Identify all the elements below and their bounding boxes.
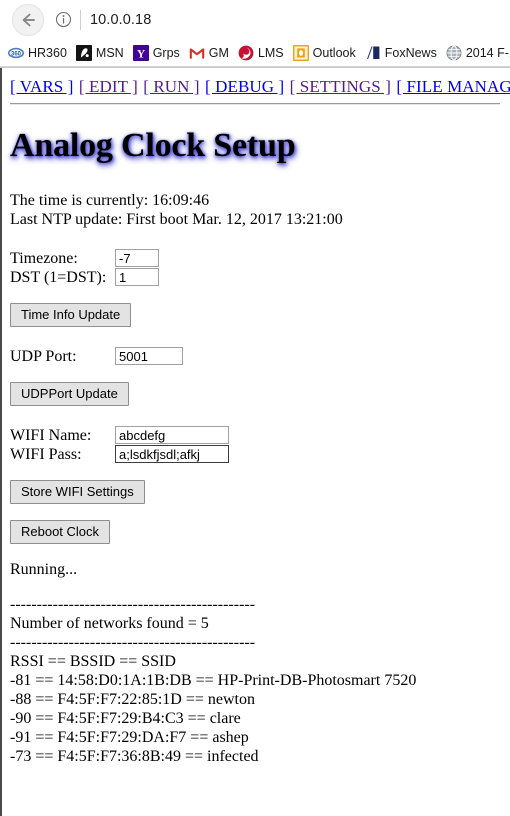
- last-ntp-update-line: Last NTP update: First boot Mar. 12, 201…: [10, 210, 343, 228]
- yahoo-groups-favicon: Y: [132, 44, 149, 61]
- nav-link-run[interactable]: [ RUN ]: [143, 77, 199, 96]
- bookmark-msn[interactable]: MSN: [75, 44, 124, 61]
- wifi-pass-label: WIFI Pass:: [10, 445, 82, 463]
- status-text: Running...: [10, 560, 78, 578]
- bookmark-label: Outlook: [312, 45, 356, 60]
- address-bar[interactable]: 10.0.0.18: [54, 9, 504, 30]
- nav-link-file-manager[interactable]: [ FILE MANAGER ]: [396, 77, 510, 96]
- browser-chrome: 10.0.0.18 360 HR360 MSN Y Grps GM LMS Ou…: [0, 0, 510, 68]
- bookmark-label: LMS: [257, 45, 284, 60]
- timezone-input[interactable]: [115, 249, 159, 268]
- networks-found-text: Number of networks found = 5: [10, 614, 209, 632]
- bookmark-label: Grps: [152, 45, 180, 60]
- address-bar-divider: [80, 9, 81, 30]
- info-icon[interactable]: [54, 11, 72, 29]
- nav-link-settings[interactable]: [ SETTINGS ]: [290, 77, 391, 96]
- network-row: -88 == F4:5F:F7:22:85:1D == newton: [10, 690, 255, 708]
- site-nav: [ VARS ] [ EDIT ] [ RUN ] [ DEBUG ] [ SE…: [10, 76, 510, 97]
- wifi-pass-row: WIFI Pass:: [10, 445, 502, 464]
- bookmark-foxnews[interactable]: FoxNews: [364, 44, 437, 61]
- timezone-label: Timezone:: [10, 249, 78, 267]
- gmail-favicon: [189, 47, 205, 59]
- dst-input[interactable]: [115, 268, 159, 287]
- divider-bottom: ----------------------------------------…: [10, 633, 256, 651]
- bookmark-lms[interactable]: LMS: [238, 45, 284, 61]
- foxnews-favicon: [364, 44, 381, 61]
- reboot-clock-button[interactable]: Reboot Clock: [10, 519, 111, 544]
- bookmark-grps[interactable]: Y Grps: [132, 44, 180, 61]
- page-title: Analog Clock Setup: [10, 127, 296, 165]
- udp-port-update-button[interactable]: UDPPort Update: [10, 381, 129, 406]
- wifi-name-input[interactable]: [115, 426, 229, 445]
- svg-text:Y: Y: [137, 48, 146, 60]
- bookmarks-bar: 360 HR360 MSN Y Grps GM LMS Outlook FoxN…: [0, 39, 510, 67]
- bookmark-gm[interactable]: GM: [189, 45, 229, 61]
- bookmark-label: FoxNews: [384, 45, 437, 60]
- dst-row: DST (1=DST):: [10, 268, 502, 287]
- udp-port-row: UDP Port:: [10, 347, 502, 366]
- globe-favicon: [446, 45, 462, 60]
- url-text: 10.0.0.18: [90, 11, 152, 28]
- wifi-name-label: WIFI Name:: [10, 426, 92, 444]
- wifi-name-row: WIFI Name:: [10, 426, 502, 445]
- svg-text:360: 360: [11, 51, 22, 57]
- bookmark-label: GM: [208, 45, 229, 60]
- page-viewport: [ VARS ] [ EDIT ] [ RUN ] [ DEBUG ] [ SE…: [0, 68, 510, 816]
- wifi-pass-input[interactable]: [115, 445, 229, 464]
- page-content: [ VARS ] [ EDIT ] [ RUN ] [ DEBUG ] [ SE…: [2, 68, 510, 766]
- network-row: -91 == F4:5F:F7:29:DA:F7 == ashep: [10, 728, 249, 746]
- lms-favicon: [238, 45, 254, 60]
- hr360-favicon: 360: [8, 47, 24, 58]
- network-row: -73 == F4:5F:F7:36:8B:49 == infected: [10, 747, 259, 765]
- bookmark-label: 2014 F-150: [465, 45, 510, 60]
- msn-favicon: [75, 44, 92, 61]
- bookmark-label: MSN: [95, 45, 124, 60]
- time-info-update-button[interactable]: Time Info Update: [10, 302, 132, 327]
- back-arrow-icon[interactable]: [12, 3, 44, 36]
- bookmark-outlook[interactable]: Outlook: [292, 44, 356, 61]
- bookmark-hr360[interactable]: 360 HR360: [8, 45, 67, 61]
- timezone-row: Timezone:: [10, 249, 502, 268]
- nav-link-vars[interactable]: [ VARS ]: [10, 77, 73, 96]
- network-row: -81 == 14:58:D0:1A:1B:DB == HP-Print-DB-…: [10, 671, 417, 689]
- bookmark-label: HR360: [28, 45, 67, 60]
- bookmark-2014-f-150[interactable]: 2014 F-150: [446, 45, 510, 61]
- outlook-favicon: [292, 44, 309, 61]
- udp-port-label: UDP Port:: [10, 347, 77, 365]
- network-row: -90 == F4:5F:F7:29:B4:C3 == clare: [10, 709, 241, 727]
- nav-link-edit[interactable]: [ EDIT ]: [79, 77, 138, 96]
- scan-table-header: RSSI == BSSID == SSID: [10, 652, 176, 670]
- current-time-line: The time is currently: 16:09:46: [10, 191, 210, 209]
- browser-toolbar: 10.0.0.18: [0, 0, 510, 39]
- udp-port-input[interactable]: [115, 347, 183, 366]
- store-wifi-settings-button[interactable]: Store WIFI Settings: [10, 479, 145, 504]
- nav-link-debug[interactable]: [ DEBUG ]: [205, 77, 284, 96]
- dst-label: DST (1=DST):: [10, 268, 107, 286]
- divider-top: ----------------------------------------…: [10, 595, 256, 613]
- nav-divider: [10, 103, 500, 106]
